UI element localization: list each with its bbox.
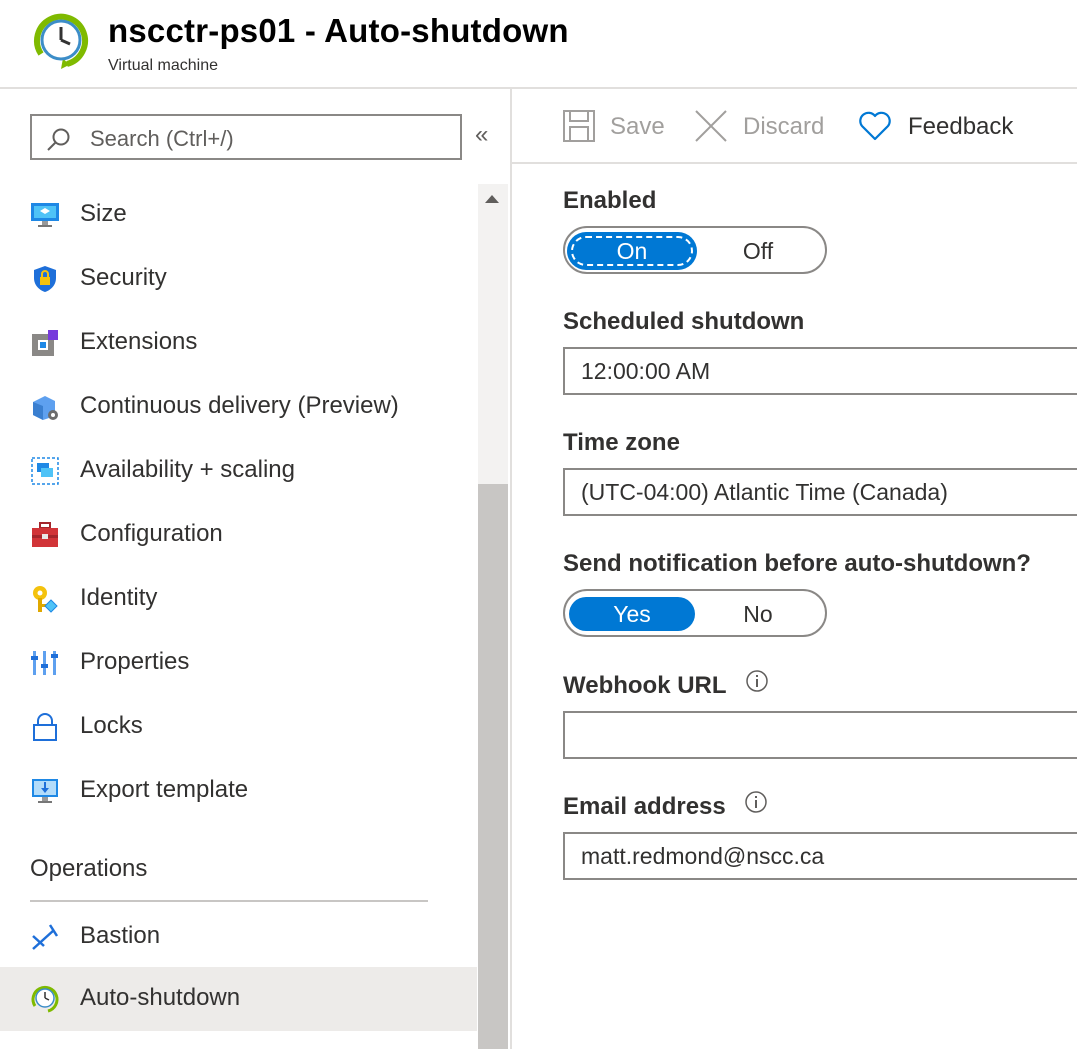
feedback-button[interactable]: Feedback (858, 107, 1023, 147)
sidebar-item-extensions[interactable]: Extensions (0, 311, 477, 375)
info-icon[interactable] (745, 669, 769, 700)
email-address-input[interactable]: matt.redmond@nscc.ca (563, 832, 1077, 880)
enabled-on-option[interactable]: On (569, 234, 695, 268)
scheduled-shutdown-input[interactable]: 12:00:00 AM (563, 347, 1077, 395)
sidebar-item-properties[interactable]: Properties (0, 631, 477, 695)
collapse-menu-icon[interactable]: « (475, 123, 488, 147)
size-icon (30, 200, 60, 230)
sidebar-item-label: Export template (80, 776, 249, 803)
search-input[interactable]: Search (Ctrl+/) (30, 114, 462, 160)
key-icon (30, 584, 60, 614)
page-subtitle: Virtual machine (108, 57, 218, 74)
sidebar-item-bastion[interactable]: Bastion (0, 905, 477, 969)
auto-shutdown-clock-icon (33, 12, 89, 70)
search-icon (46, 127, 72, 156)
enabled-toggle[interactable]: On Off (563, 226, 827, 274)
sidebar-item-security[interactable]: Security (0, 247, 477, 311)
time-zone-label: Time zone (563, 429, 680, 456)
save-label: Save (610, 113, 665, 140)
sidebar-item-locks[interactable]: Locks (0, 695, 477, 759)
blade-header: nscctr-ps01 - Auto-shutdown Virtual mach… (0, 0, 1077, 89)
bastion-icon (30, 922, 60, 952)
email-address-label-row: Email address (563, 790, 768, 821)
enabled-off-option[interactable]: Off (695, 234, 821, 268)
webhook-url-label-row: Webhook URL (563, 669, 769, 700)
sidebar-item-label: Locks (80, 712, 143, 739)
webhook-url-input[interactable] (563, 711, 1077, 759)
scrollbar-thumb[interactable] (478, 484, 508, 1049)
sidebar-item-label: Size (80, 200, 127, 227)
notification-no-option[interactable]: No (695, 597, 821, 631)
sidebar-item-label: Extensions (80, 328, 198, 355)
sidebar-item-identity[interactable]: Identity (0, 567, 477, 631)
sidebar-item-label: Auto-shutdown (80, 984, 241, 1011)
email-address-label: Email address (563, 793, 726, 820)
info-icon[interactable] (744, 790, 768, 821)
time-zone-select[interactable]: (UTC-04:00) Atlantic Time (Canada) (563, 468, 1077, 516)
sidebar-item-label: Bastion (80, 922, 161, 949)
sidebar-item-label: Continuous delivery (Preview) (80, 392, 399, 419)
discard-button[interactable]: Discard (694, 107, 834, 147)
sidebar-item-continuous-delivery[interactable]: Continuous delivery (Preview) (0, 375, 477, 439)
export-template-icon (30, 776, 60, 806)
search-placeholder: Search (Ctrl+/) (90, 126, 234, 151)
scheduled-shutdown-label: Scheduled shutdown (563, 308, 805, 335)
availability-icon (30, 456, 60, 486)
lock-icon (30, 712, 60, 742)
sidebar-item-export-template[interactable]: Export template (0, 759, 477, 823)
sidebar-item-configuration[interactable]: Configuration (0, 503, 477, 567)
resource-menu: Search (Ctrl+/) « Size Security Extensio… (0, 89, 510, 1049)
toolbar-divider (512, 162, 1077, 164)
feedback-label: Feedback (908, 113, 1014, 140)
shield-icon (30, 264, 60, 294)
send-notification-label: Send notification before auto-shutdown? (563, 550, 1031, 577)
sidebar-item-label: Configuration (80, 520, 223, 547)
sidebar-item-label: Properties (80, 648, 190, 675)
section-heading-operations: Operations (30, 855, 148, 882)
extensions-icon (30, 328, 60, 358)
toolbox-icon (30, 520, 60, 550)
save-button[interactable]: Save (562, 107, 667, 147)
properties-icon (30, 648, 60, 678)
sidebar-item-label: Identity (80, 584, 158, 611)
notification-yes-option[interactable]: Yes (569, 597, 695, 631)
sidebar-item-auto-shutdown[interactable]: Auto-shutdown (0, 967, 477, 1031)
webhook-url-label: Webhook URL (563, 672, 727, 699)
clock-icon (30, 984, 60, 1014)
pane-divider (510, 89, 512, 1049)
sidebar-item-size[interactable]: Size (0, 183, 477, 247)
enabled-label: Enabled (563, 187, 657, 214)
command-bar: Save Discard Feedback (512, 89, 1077, 163)
notification-toggle[interactable]: Yes No (563, 589, 827, 637)
sidebar-item-label: Security (80, 264, 167, 291)
discard-label: Discard (743, 113, 825, 140)
scroll-up-arrow-icon[interactable] (485, 195, 499, 203)
sidebar-item-label: Availability + scaling (80, 456, 296, 483)
page-title: nscctr-ps01 - Auto-shutdown (108, 12, 569, 49)
sidebar-item-availability-scaling[interactable]: Availability + scaling (0, 439, 477, 503)
continuous-delivery-icon (30, 392, 60, 422)
section-divider (30, 900, 428, 902)
